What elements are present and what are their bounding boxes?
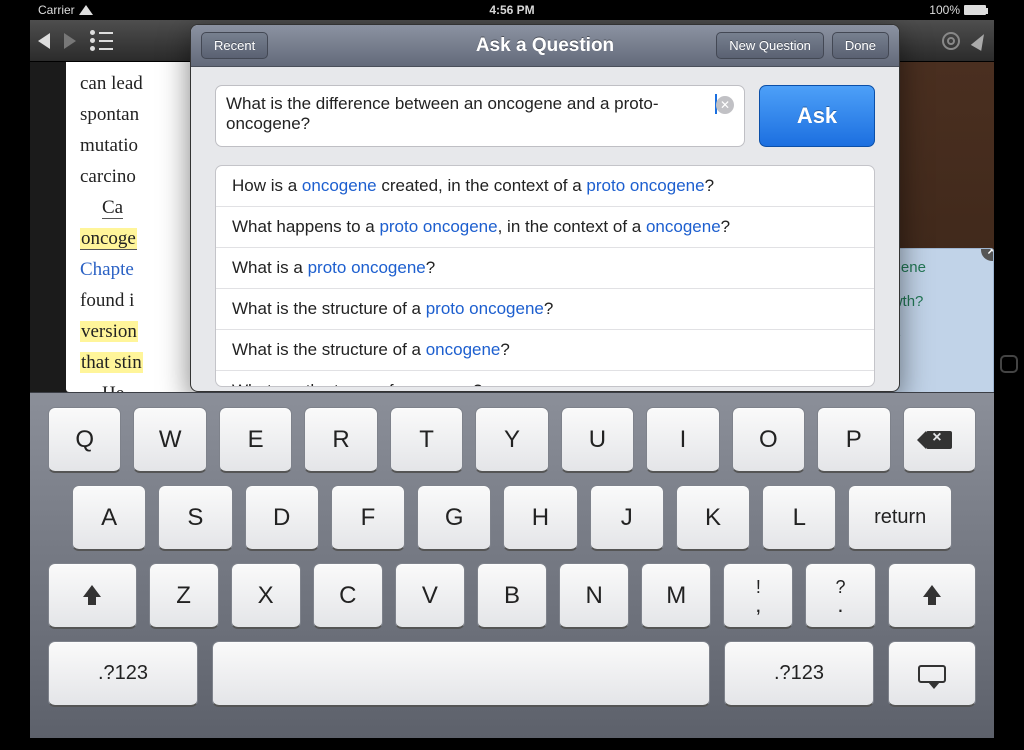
key-o[interactable]: O [732, 407, 805, 473]
question-input[interactable]: What is the difference between an oncoge… [215, 85, 745, 147]
backspace-icon [926, 431, 952, 449]
key-t[interactable]: T [390, 407, 463, 473]
key-l[interactable]: L [762, 485, 836, 551]
key-n[interactable]: N [559, 563, 629, 629]
key-f[interactable]: F [331, 485, 405, 551]
screen: Carrier 4:56 PM 100% can lead spontan mu… [30, 0, 994, 738]
hide-keyboard-key[interactable] [888, 641, 976, 707]
suggestion-item[interactable]: What is the structure of a proto oncogen… [216, 289, 874, 330]
key-v[interactable]: V [395, 563, 465, 629]
key-q[interactable]: Q [48, 407, 121, 473]
period-key[interactable]: ?. [805, 563, 875, 629]
key-e[interactable]: E [219, 407, 292, 473]
clear-input-icon[interactable]: ✕ [716, 96, 734, 114]
keyboard-icon [918, 665, 946, 683]
new-question-button[interactable]: New Question [716, 32, 824, 59]
suggestion-list: How is a oncogene created, in the contex… [215, 165, 875, 387]
key-k[interactable]: K [676, 485, 750, 551]
suggestion-item[interactable]: What is a proto oncogene? [216, 248, 874, 289]
done-button[interactable]: Done [832, 32, 889, 59]
comma-key[interactable]: !, [723, 563, 793, 629]
ask-question-modal: Recent Ask a Question New Question Done … [190, 24, 900, 392]
backspace-key[interactable] [903, 407, 976, 473]
carrier-label: Carrier [38, 3, 75, 17]
space-key[interactable] [212, 641, 710, 707]
ask-button[interactable]: Ask [759, 85, 875, 147]
key-a[interactable]: A [72, 485, 146, 551]
wifi-icon [79, 5, 93, 15]
status-bar: Carrier 4:56 PM 100% [30, 0, 994, 20]
symbols-key-right[interactable]: .?123 [724, 641, 874, 707]
recent-button[interactable]: Recent [201, 32, 268, 59]
key-c[interactable]: C [313, 563, 383, 629]
return-key[interactable]: return [848, 485, 952, 551]
key-x[interactable]: X [231, 563, 301, 629]
key-p[interactable]: P [817, 407, 890, 473]
key-g[interactable]: G [417, 485, 491, 551]
shift-key-left[interactable] [48, 563, 137, 629]
back-icon[interactable] [38, 33, 50, 49]
key-j[interactable]: J [590, 485, 664, 551]
suggestion-item[interactable]: How is a oncogene created, in the contex… [216, 166, 874, 207]
forward-icon[interactable] [64, 33, 76, 49]
gear-icon[interactable] [942, 32, 960, 50]
question-input-text: What is the difference between an oncoge… [226, 94, 714, 134]
device-bezel: Carrier 4:56 PM 100% can lead spontan mu… [0, 0, 1024, 750]
key-m[interactable]: M [641, 563, 711, 629]
shift-key-right[interactable] [888, 563, 977, 629]
key-d[interactable]: D [245, 485, 319, 551]
key-w[interactable]: W [133, 407, 206, 473]
suggestion-item[interactable]: What happens to a proto oncogene, in the… [216, 207, 874, 248]
clock-label: 4:56 PM [489, 3, 534, 17]
key-z[interactable]: Z [149, 563, 219, 629]
battery-label: 100% [929, 3, 960, 17]
shift-icon [921, 585, 943, 607]
modal-title: Ask a Question [476, 35, 614, 57]
key-i[interactable]: I [646, 407, 719, 473]
suggestion-item[interactable]: What are the types of oncogene? [216, 371, 874, 387]
key-s[interactable]: S [158, 485, 232, 551]
toc-icon[interactable] [90, 30, 113, 51]
onscreen-keyboard: QWERTYUIOP ASDFGHJKLreturn ZXCVBNM!,?. .… [30, 392, 994, 738]
key-h[interactable]: H [503, 485, 577, 551]
key-u[interactable]: U [561, 407, 634, 473]
battery-icon [964, 5, 986, 15]
key-y[interactable]: Y [475, 407, 548, 473]
key-b[interactable]: B [477, 563, 547, 629]
shift-icon [81, 585, 103, 607]
highlighter-icon[interactable] [971, 31, 989, 51]
home-button-icon [1000, 355, 1018, 373]
symbols-key-left[interactable]: .?123 [48, 641, 198, 707]
modal-header: Recent Ask a Question New Question Done [191, 25, 899, 67]
suggestion-item[interactable]: What is the structure of a oncogene? [216, 330, 874, 371]
key-r[interactable]: R [304, 407, 377, 473]
